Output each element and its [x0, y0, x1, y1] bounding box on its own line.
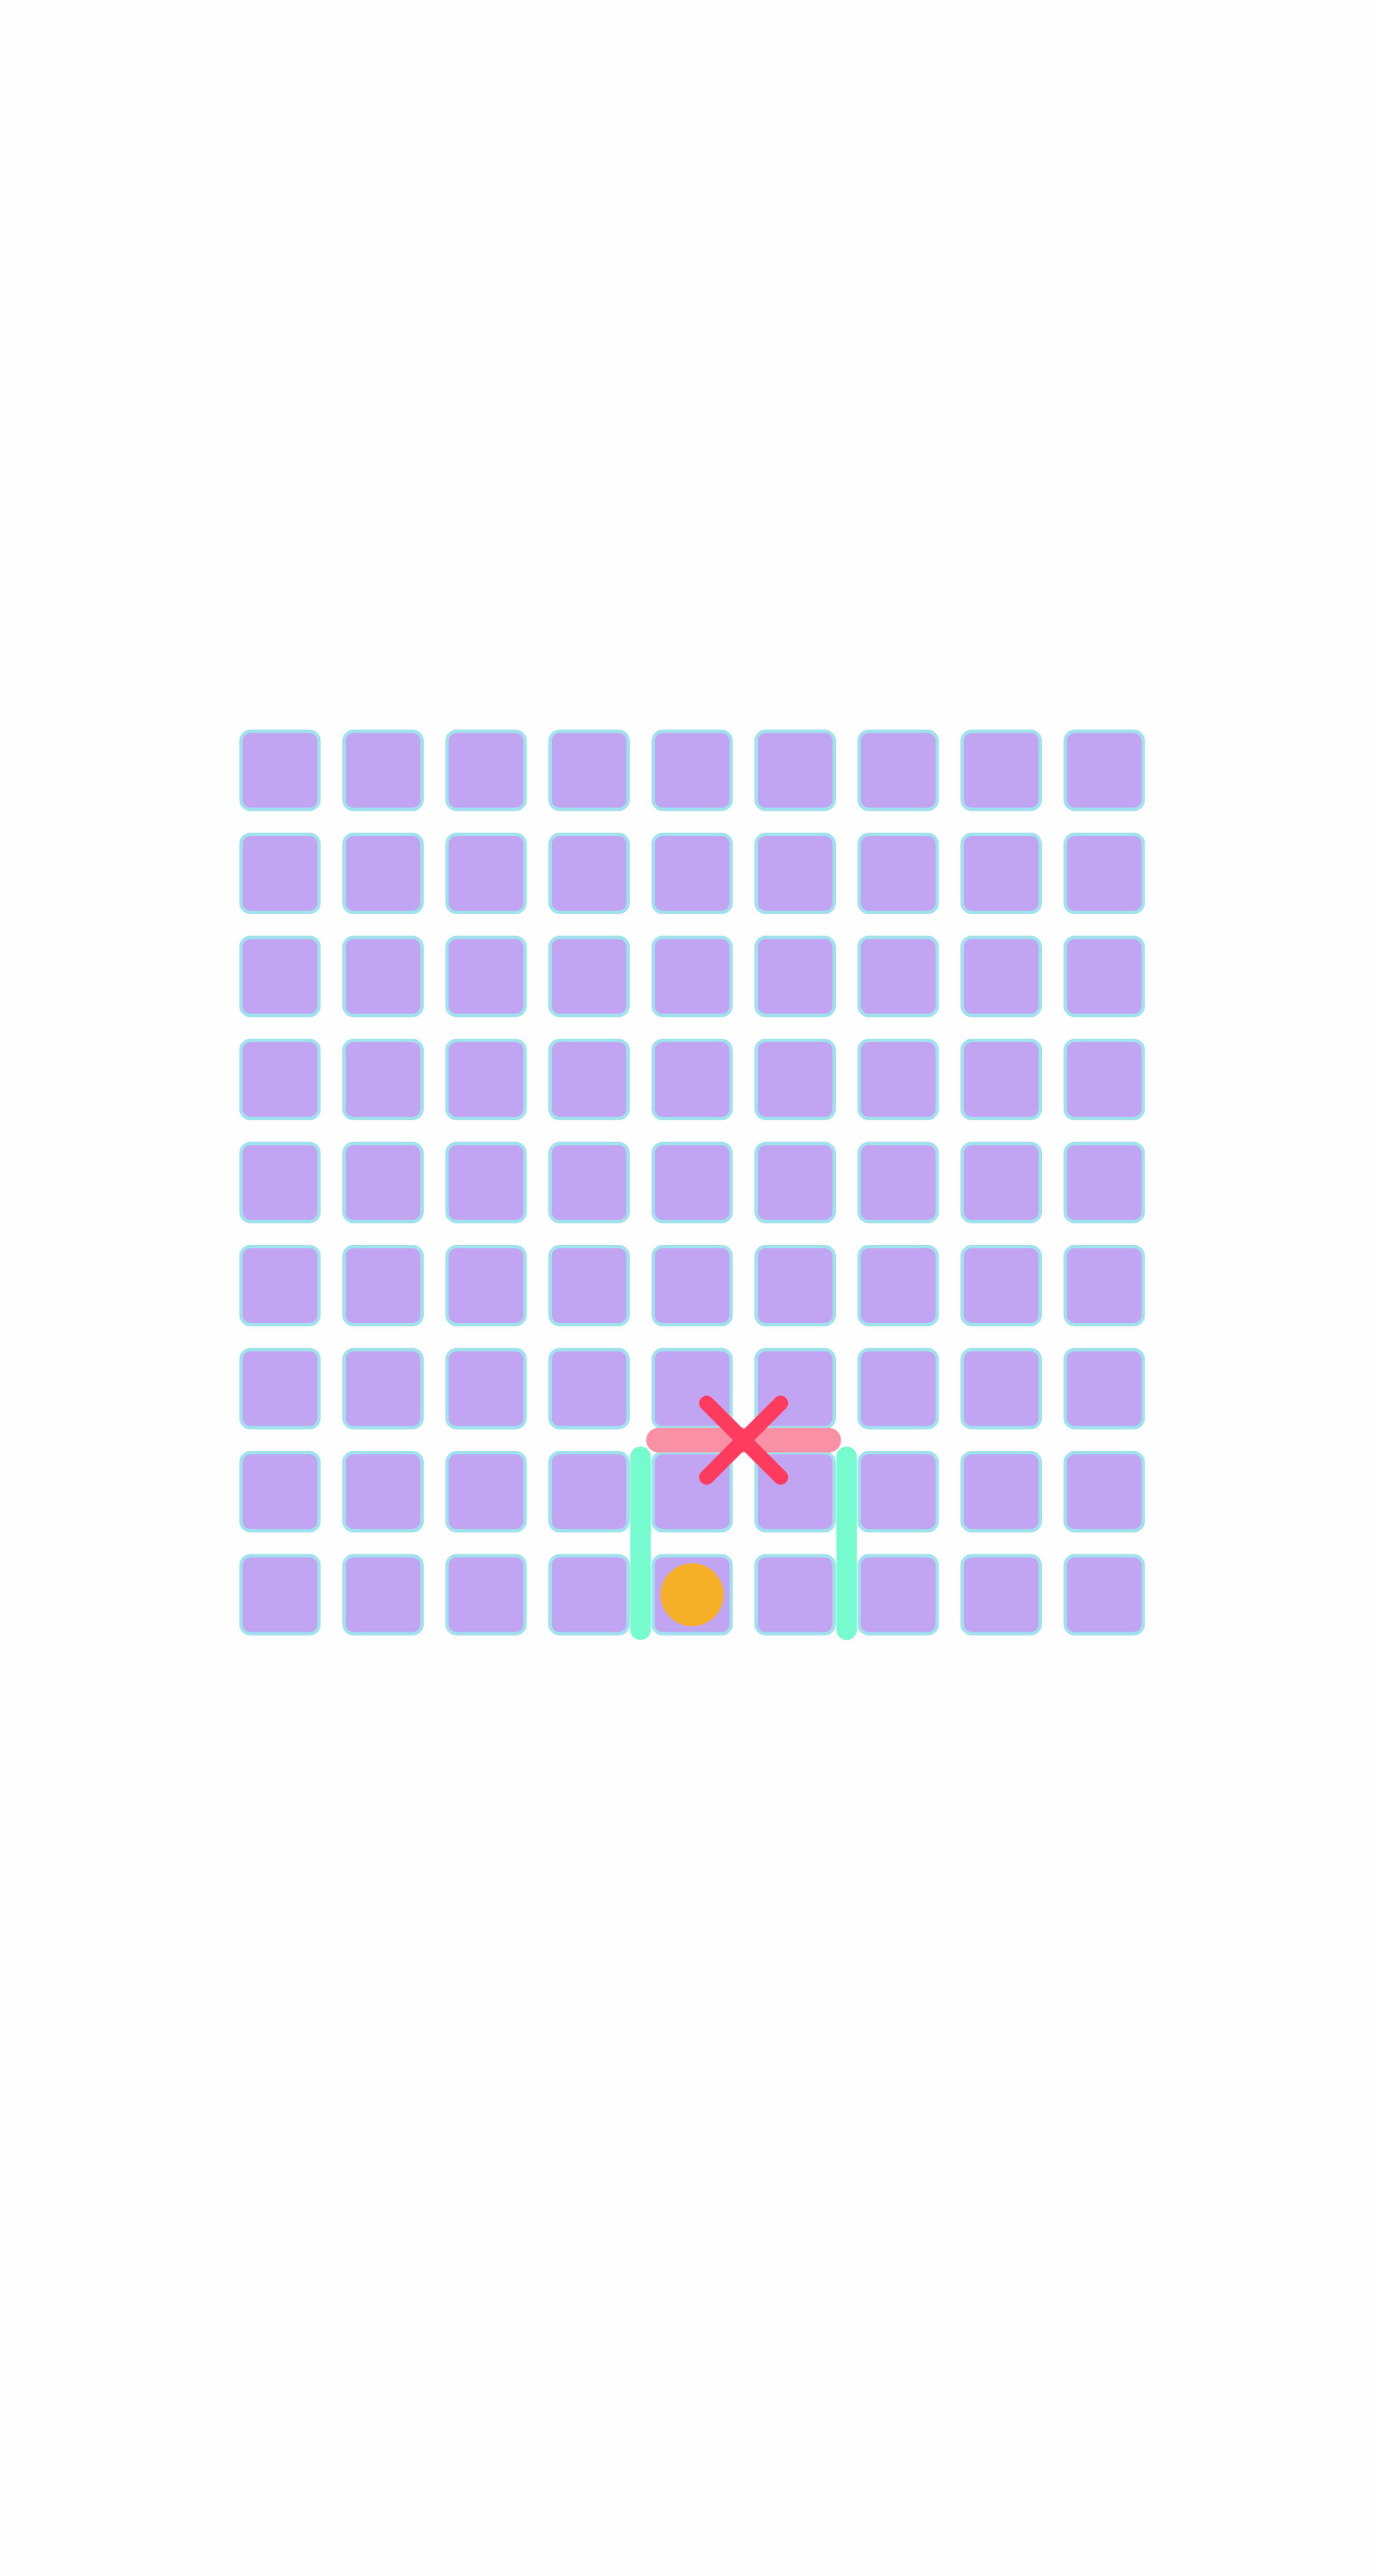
grid-cell-r4-c4[interactable]	[651, 1141, 733, 1224]
grid-cell-r0-c0[interactable]	[239, 729, 321, 811]
grid-cell-r8-c8[interactable]	[1063, 1554, 1145, 1636]
grid-cell-r1-c2[interactable]	[445, 833, 527, 914]
grid-cell-r5-c8[interactable]	[1063, 1245, 1145, 1326]
grid-cell-r3-c4[interactable]	[651, 1039, 733, 1120]
grid-cell-r3-c6[interactable]	[857, 1039, 939, 1120]
grid-cell-r0-c3[interactable]	[548, 729, 630, 811]
grid-cell-r2-c8[interactable]	[1063, 935, 1145, 1018]
grid-cell-r2-c2[interactable]	[445, 935, 527, 1018]
grid-cell-r2-c5[interactable]	[754, 935, 836, 1018]
grid-cell-r3-c3[interactable]	[548, 1039, 630, 1120]
grid-cell-r6-c7[interactable]	[960, 1348, 1042, 1430]
grid-cell-r6-c8[interactable]	[1063, 1348, 1145, 1430]
grid-cell-r0-c6[interactable]	[857, 729, 939, 811]
grid-cell-r0-c7[interactable]	[960, 729, 1042, 811]
grid-cell-r7-c7[interactable]	[960, 1451, 1042, 1532]
grid-cell-r5-c4[interactable]	[651, 1245, 733, 1326]
grid-cell-r7-c1[interactable]	[342, 1451, 424, 1532]
grid-cell-r3-c5[interactable]	[754, 1039, 836, 1120]
grid-cell-r2-c1[interactable]	[342, 935, 424, 1018]
grid-cell-r8-c7[interactable]	[960, 1554, 1042, 1636]
grid-cell-r4-c8[interactable]	[1063, 1141, 1145, 1224]
grid-cell-r8-c2[interactable]	[445, 1554, 527, 1636]
grid-cell-r5-c3[interactable]	[548, 1245, 630, 1326]
grid-cell-r6-c3[interactable]	[548, 1348, 630, 1430]
grid-cell-r8-c5[interactable]	[754, 1554, 836, 1636]
grid-cell-r5-c6[interactable]	[857, 1245, 939, 1326]
grid-cell-r7-c6[interactable]	[857, 1451, 939, 1532]
grid-cell-r5-c5[interactable]	[754, 1245, 836, 1326]
grid-cell-r0-c1[interactable]	[342, 729, 424, 811]
grid-cell-r7-c8[interactable]	[1063, 1451, 1145, 1532]
grid-cell-r4-c1[interactable]	[342, 1141, 424, 1224]
grid-cell-r2-c4[interactable]	[651, 935, 733, 1018]
grid-cell-r8-c1[interactable]	[342, 1554, 424, 1636]
grid-cell-r0-c8[interactable]	[1063, 729, 1145, 811]
grid-cell-r1-c1[interactable]	[342, 833, 424, 914]
grid-cell-r4-c3[interactable]	[548, 1141, 630, 1224]
grid-cell-r1-c8[interactable]	[1063, 833, 1145, 914]
grid-cell-r0-c2[interactable]	[445, 729, 527, 811]
grid-cell-r1-c6[interactable]	[857, 833, 939, 914]
grid-cell-r1-c4[interactable]	[651, 833, 733, 914]
grid-cell-r8-c6[interactable]	[857, 1554, 939, 1636]
grid-cell-r5-c0[interactable]	[239, 1245, 321, 1326]
grid-cell-r1-c7[interactable]	[960, 833, 1042, 914]
grid-cell-r6-c0[interactable]	[239, 1348, 321, 1430]
player-token[interactable]	[661, 1563, 724, 1626]
grid-cell-r5-c7[interactable]	[960, 1245, 1042, 1326]
grid-cell-r6-c2[interactable]	[445, 1348, 527, 1430]
grid-cell-r3-c0[interactable]	[239, 1039, 321, 1120]
grid-cell-r4-c5[interactable]	[754, 1141, 836, 1224]
grid-cell-r2-c7[interactable]	[960, 935, 1042, 1018]
grid-cell-r4-c7[interactable]	[960, 1141, 1042, 1224]
grid-cell-r2-c3[interactable]	[548, 935, 630, 1018]
grid-cell-r3-c1[interactable]	[342, 1039, 424, 1120]
game-stage	[0, 0, 1376, 2576]
grid-cell-r6-c1[interactable]	[342, 1348, 424, 1430]
grid-cell-r3-c8[interactable]	[1063, 1039, 1145, 1120]
grid-cells	[239, 729, 1145, 1636]
grid-cell-r7-c3[interactable]	[548, 1451, 630, 1532]
grid-cell-r3-c7[interactable]	[960, 1039, 1042, 1120]
grid-cell-r2-c0[interactable]	[239, 935, 321, 1018]
grid-cell-r3-c2[interactable]	[445, 1039, 527, 1120]
grid-cell-r4-c6[interactable]	[857, 1141, 939, 1224]
grid-cell-r2-c6[interactable]	[857, 935, 939, 1018]
grid-cell-r5-c1[interactable]	[342, 1245, 424, 1326]
grid-cell-r0-c5[interactable]	[754, 729, 836, 811]
grid-cell-r7-c0[interactable]	[239, 1451, 321, 1532]
grid-cell-r1-c5[interactable]	[754, 833, 836, 914]
grid-cell-r5-c2[interactable]	[445, 1245, 527, 1326]
grid-cell-r6-c6[interactable]	[857, 1348, 939, 1430]
game-board	[239, 729, 1145, 1640]
grid-cell-r4-c0[interactable]	[239, 1141, 321, 1224]
grid-cell-r1-c0[interactable]	[239, 833, 321, 914]
grid-cell-r1-c3[interactable]	[548, 833, 630, 914]
grid-cell-r8-c0[interactable]	[239, 1554, 321, 1636]
grid-cell-r7-c2[interactable]	[445, 1451, 527, 1532]
grid-cell-r8-c3[interactable]	[548, 1554, 630, 1636]
grid-cell-r4-c2[interactable]	[445, 1141, 527, 1224]
grid-cell-r0-c4[interactable]	[651, 729, 733, 811]
